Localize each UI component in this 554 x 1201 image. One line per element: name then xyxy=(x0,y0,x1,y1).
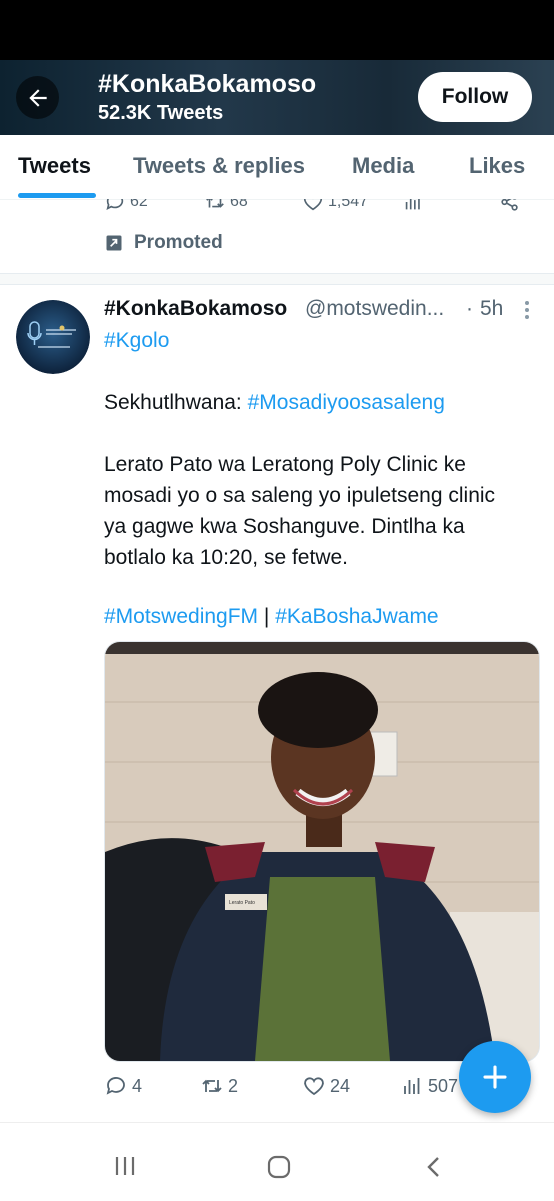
heart-icon xyxy=(304,1077,324,1096)
previous-views-button[interactable] xyxy=(402,199,424,213)
radio-logo-image xyxy=(16,300,90,374)
tab-tweets[interactable]: Tweets xyxy=(18,153,91,179)
author-handle[interactable]: @motswedin... xyxy=(305,297,444,321)
heart-icon xyxy=(303,199,323,211)
like-button[interactable]: 24 xyxy=(302,1074,350,1098)
retweet-count: 2 xyxy=(228,1075,239,1096)
hashtag-motswedingfm[interactable]: #MotswedingFM xyxy=(104,605,258,628)
previous-retweet-count: 68 xyxy=(230,199,248,210)
arrow-left-icon xyxy=(28,88,47,107)
tab-likes[interactable]: Likes xyxy=(469,153,525,179)
retweet-icon xyxy=(206,199,224,208)
profile-tabs: Tweets Tweets & replies Media Likes xyxy=(0,135,554,200)
promoted-label: Promoted xyxy=(104,232,223,254)
active-tab-indicator xyxy=(18,193,96,198)
share-icon xyxy=(501,199,518,211)
reply-count: 4 xyxy=(132,1075,143,1096)
reply-button[interactable]: 4 xyxy=(104,1074,142,1098)
previous-like-count: 1,547 xyxy=(328,199,369,210)
promoted-text: Promoted xyxy=(134,232,223,253)
tab-media[interactable]: Media xyxy=(352,153,414,179)
header-separator: · xyxy=(466,297,473,320)
reply-icon xyxy=(106,199,124,210)
portrait-photo xyxy=(105,642,539,1061)
back-button[interactable] xyxy=(16,76,59,119)
hashtag-mosadi[interactable]: #Mosadiyoosasaleng xyxy=(248,391,445,414)
retweet-button[interactable]: 2 xyxy=(200,1074,238,1098)
views-button[interactable]: 507 xyxy=(400,1074,458,1098)
sekhut-label: Sekhutlhwana: xyxy=(104,391,248,414)
tweet-line-sekhut: Sekhutlhwana: #Mosadiyoosasaleng xyxy=(104,387,445,418)
more-options-button[interactable] xyxy=(520,299,534,326)
retweet-icon xyxy=(202,1079,222,1093)
tweet-body-line: mosadi yo o sa saleng yo ipuletseng clin… xyxy=(104,484,496,507)
bar-chart-icon xyxy=(404,1078,420,1094)
reply-icon xyxy=(106,1077,125,1095)
name-badge-text: Lerato Pato xyxy=(229,900,255,906)
like-count: 24 xyxy=(330,1075,351,1096)
profile-title: #KonkaBokamoso xyxy=(98,70,317,98)
promoted-icon xyxy=(106,235,122,251)
tags-separator: | xyxy=(258,605,276,628)
previous-share-button[interactable] xyxy=(499,199,521,213)
bar-chart-icon xyxy=(405,199,420,210)
author-name[interactable]: #KonkaBokamoso xyxy=(104,297,287,321)
recent-apps-icon xyxy=(115,1157,135,1175)
home-icon xyxy=(267,1155,291,1179)
system-nav-bar xyxy=(0,1122,554,1201)
previous-reply-button[interactable]: 62 xyxy=(104,199,148,213)
tweet-header: #KonkaBokamoso @motswedin... · 5h xyxy=(104,297,542,325)
previous-retweet-button[interactable]: 68 xyxy=(204,199,248,213)
tab-tweets-replies[interactable]: Tweets & replies xyxy=(133,153,305,179)
previous-like-button[interactable]: 1,547 xyxy=(302,199,368,213)
follow-button[interactable]: Follow xyxy=(418,72,532,122)
profile-header: #KonkaBokamoso 52.3K Tweets Follow xyxy=(0,60,554,135)
tweet-photo[interactable]: Lerato Pato xyxy=(104,641,540,1062)
previous-reply-count: 62 xyxy=(130,199,148,210)
tweet-time[interactable]: 5h xyxy=(480,297,503,321)
home-button[interactable] xyxy=(266,1155,292,1184)
tweet-body-line: botlalo ka 10:20, se fetwe. xyxy=(104,546,348,569)
compose-tweet-button[interactable] xyxy=(459,1041,531,1113)
hashtag-kaboshajwame[interactable]: #KaBoshaJwame xyxy=(275,605,438,628)
plus-icon xyxy=(483,1065,507,1089)
chevron-left-icon xyxy=(427,1157,439,1177)
tweet-body-line: ya gagwe kwa Soshanguve. Dintlha ka xyxy=(104,515,465,538)
tweet-divider xyxy=(0,273,554,285)
previous-tweet-actions: 62 68 1,547 xyxy=(0,199,554,215)
tweet-tags-line: #MotswedingFM | #KaBoshaJwame xyxy=(104,601,439,632)
hashtag-kgolo[interactable]: #Kgolo xyxy=(104,325,169,356)
status-bar xyxy=(0,0,554,60)
avatar[interactable] xyxy=(16,300,90,374)
more-vertical-icon xyxy=(525,301,529,319)
recent-apps-button[interactable] xyxy=(113,1155,137,1182)
tweet-count: 52.3K Tweets xyxy=(98,102,224,124)
tweet-body-line: Lerato Pato wa Leratong Poly Clinic ke xyxy=(104,453,466,476)
views-count: 507 xyxy=(428,1075,459,1096)
back-nav-button[interactable] xyxy=(424,1155,444,1184)
